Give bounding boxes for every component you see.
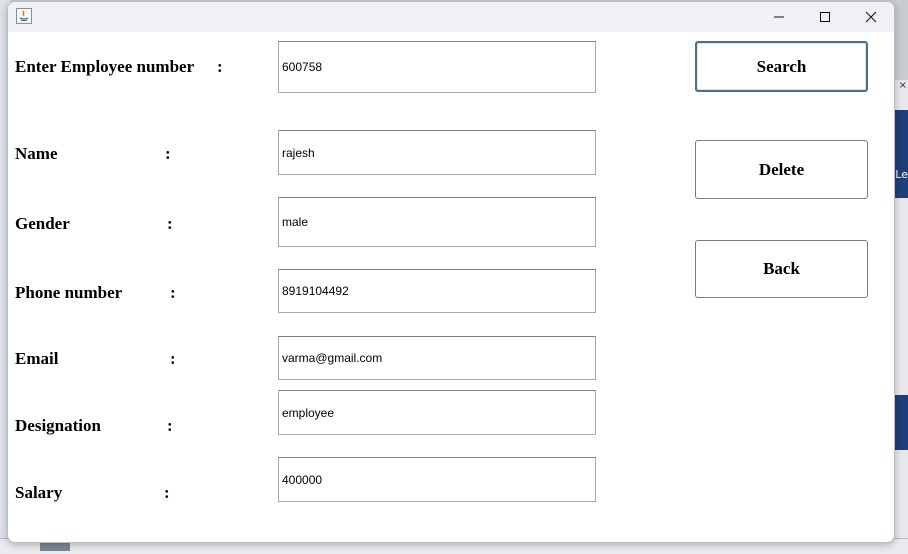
employee-number-input[interactable] bbox=[278, 41, 596, 93]
employee-search-window: Enter Employee number : Name : Gender : … bbox=[7, 1, 895, 543]
gender-colon: : bbox=[167, 214, 173, 233]
name-colon: : bbox=[165, 144, 171, 163]
maximize-button[interactable] bbox=[802, 2, 848, 32]
close-icon bbox=[865, 11, 877, 23]
email-colon: : bbox=[170, 349, 176, 368]
background-tab-close-icon: × bbox=[898, 80, 907, 91]
minimize-icon bbox=[774, 16, 784, 18]
delete-button[interactable]: Delete bbox=[695, 140, 868, 199]
salary-colon: : bbox=[164, 483, 170, 502]
name-label: Name bbox=[15, 144, 58, 163]
background-ide-blue-panel-lower bbox=[894, 395, 908, 450]
gender-label: Gender bbox=[15, 214, 70, 233]
designation-colon: : bbox=[167, 416, 173, 435]
back-button[interactable]: Back bbox=[695, 240, 868, 298]
email-input[interactable] bbox=[278, 336, 596, 380]
phone-number-colon: : bbox=[170, 283, 176, 302]
title-bar bbox=[8, 2, 894, 32]
email-label: Email bbox=[15, 349, 59, 368]
java-app-icon bbox=[16, 8, 32, 24]
employee-number-label: Enter Employee number bbox=[15, 57, 195, 76]
name-input[interactable] bbox=[278, 130, 596, 175]
employee-number-colon: : bbox=[217, 57, 223, 76]
close-button[interactable] bbox=[848, 2, 894, 32]
phone-number-input[interactable] bbox=[278, 269, 596, 313]
maximize-icon bbox=[820, 12, 830, 22]
phone-number-label: Phone number bbox=[15, 283, 123, 302]
designation-input[interactable] bbox=[278, 390, 596, 435]
salary-label: Salary bbox=[15, 483, 63, 502]
minimize-button[interactable] bbox=[756, 2, 802, 32]
search-button[interactable]: Search bbox=[695, 41, 868, 92]
background-tree-node bbox=[40, 543, 70, 551]
background-side-label: Le bbox=[895, 168, 908, 181]
background-ide-blue-panel bbox=[894, 110, 908, 198]
gender-input[interactable] bbox=[278, 197, 596, 247]
salary-input[interactable] bbox=[278, 457, 596, 502]
designation-label: Designation bbox=[15, 416, 101, 435]
